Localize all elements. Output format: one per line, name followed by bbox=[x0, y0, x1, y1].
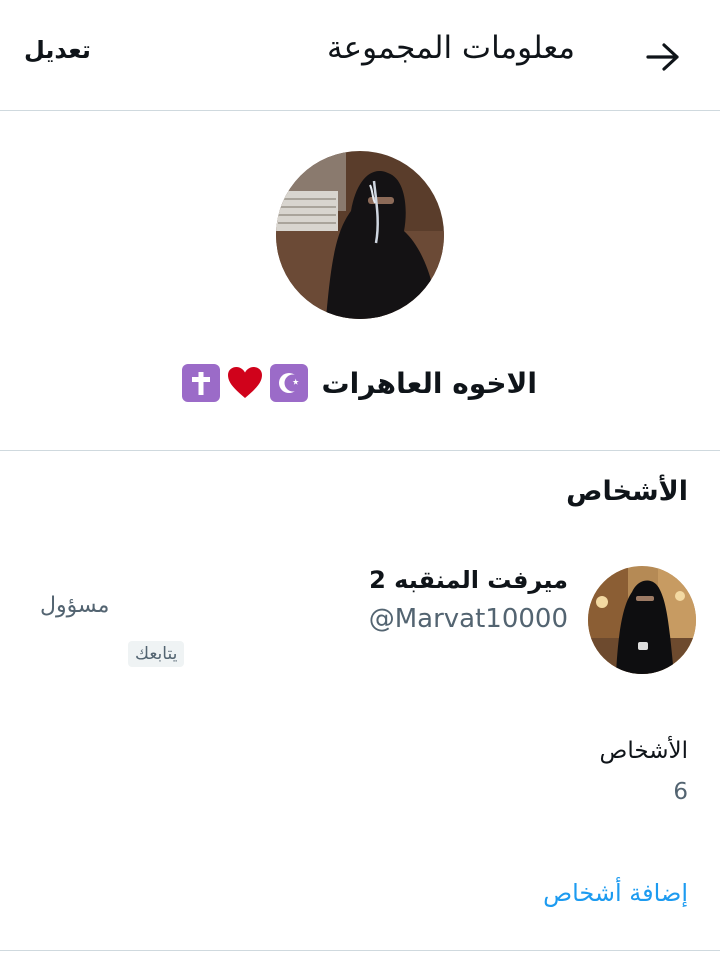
group-name: الاخوه العاهرات bbox=[321, 366, 537, 400]
member-name[interactable]: ميرفت المنقبه 2 bbox=[369, 566, 568, 594]
section-divider bbox=[0, 450, 720, 451]
add-people-link[interactable]: إضافة أشخاص bbox=[543, 879, 688, 907]
back-button[interactable] bbox=[638, 32, 688, 82]
group-avatar[interactable] bbox=[276, 151, 444, 319]
bottom-divider bbox=[0, 950, 720, 951]
arrow-right-icon bbox=[646, 43, 679, 71]
follows-you-badge: يتابعك bbox=[128, 641, 185, 667]
member-avatar[interactable] bbox=[588, 566, 696, 674]
red-heart-icon bbox=[226, 364, 264, 402]
edit-button[interactable]: تعديل bbox=[24, 36, 91, 64]
people-count-label: الأشخاص bbox=[599, 738, 688, 764]
latin-cross-icon bbox=[181, 364, 220, 402]
member-handle: @Marvat10000 bbox=[368, 604, 568, 634]
people-section-title: الأشخاص bbox=[566, 476, 688, 507]
people-count-value: 6 bbox=[673, 779, 688, 805]
group-name-row: الاخوه العاهرات bbox=[181, 364, 537, 402]
crescent-star-icon bbox=[269, 364, 308, 402]
member-role: مسؤول bbox=[40, 593, 110, 618]
header-divider bbox=[0, 110, 720, 111]
page-title: معلومات المجموعة bbox=[327, 30, 575, 66]
